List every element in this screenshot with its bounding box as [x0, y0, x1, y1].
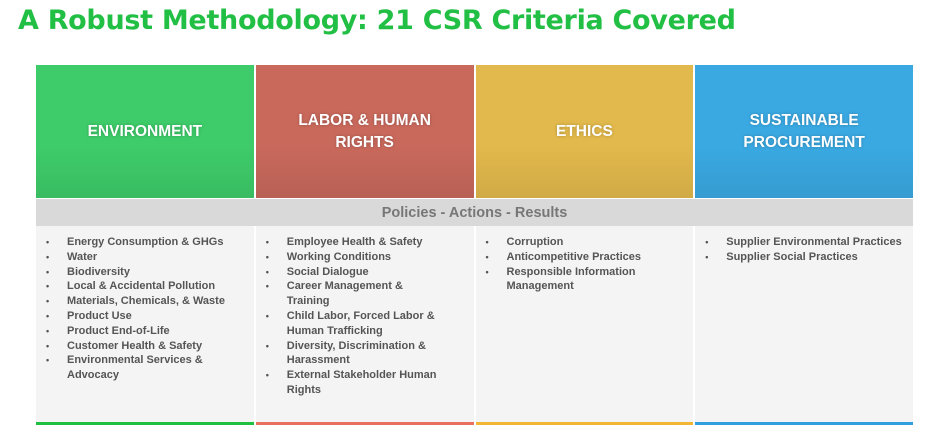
criteria-list-column: CorruptionAnticompetitive PracticesRespo…	[475, 226, 694, 425]
criteria-item: External Stakeholder Human Rights	[264, 368, 442, 398]
criteria-item: Product Use	[44, 309, 250, 324]
criteria-item: Social Dialogue	[264, 265, 442, 280]
criteria-item: Product End-of-Life	[44, 324, 250, 339]
criteria-item: Anticompetitive Practices	[484, 250, 690, 265]
criteria-item: Biodiversity	[44, 265, 250, 280]
criteria-item: Supplier Social Practices	[703, 250, 909, 265]
category-header: LABOR & HUMAN RIGHTS	[255, 65, 474, 198]
criteria-list: Supplier Environmental PracticesSupplier…	[703, 235, 909, 265]
accent-bar	[475, 422, 694, 425]
accent-bar	[255, 422, 474, 425]
category-header: ETHICS	[475, 65, 694, 198]
criteria-item: Environmental Services & Advocacy	[44, 353, 250, 383]
criteria-list-column: Energy Consumption & GHGsWaterBiodiversi…	[36, 226, 254, 425]
criteria-list-column: Employee Health & SafetyWorking Conditio…	[255, 226, 474, 425]
criteria-item: Employee Health & Safety	[264, 235, 442, 250]
category-title: ENVIRONMENT	[87, 122, 203, 140]
policies-band: Policies - Actions - Results	[36, 199, 913, 226]
category-title: LABOR & HUMAN RIGHTS	[298, 111, 431, 151]
slide-title: A Robust Methodology: 21 CSR Criteria Co…	[18, 5, 736, 36]
criteria-item: Child Labor, Forced Labor & Human Traffi…	[264, 309, 442, 339]
criteria-item: Energy Consumption & GHGs	[44, 235, 250, 250]
criteria-grid: ENVIRONMENT LABOR & HUMAN RIGHTS ETHICS SUS…	[36, 65, 913, 425]
criteria-item: Water	[44, 250, 250, 265]
criteria-item: Customer Health & Safety	[44, 339, 250, 354]
criteria-item: Responsible Information Management	[484, 265, 690, 295]
criteria-list: CorruptionAnticompetitive PracticesRespo…	[484, 235, 690, 294]
category-header: ENVIRONMENT	[36, 65, 254, 198]
criteria-item: Materials, Chemicals, & Waste	[44, 294, 250, 309]
accent-bar	[695, 422, 913, 425]
criteria-item: Working Conditions	[264, 250, 442, 265]
criteria-item: Diversity, Discrimination & Harassment	[264, 339, 442, 369]
criteria-item: Corruption	[484, 235, 690, 250]
criteria-item: Career Management & Training	[264, 279, 442, 309]
criteria-list: Employee Health & SafetyWorking Conditio…	[264, 235, 470, 398]
category-title: SUSTAINABLE PROCUREMENT	[743, 111, 865, 151]
accent-bar	[36, 422, 254, 425]
criteria-list: Energy Consumption & GHGsWaterBiodiversi…	[44, 235, 250, 383]
criteria-list-column: Supplier Environmental PracticesSupplier…	[695, 226, 913, 425]
criteria-item: Local & Accidental Pollution	[44, 279, 250, 294]
category-header: SUSTAINABLE PROCUREMENT	[695, 65, 913, 198]
category-title: ETHICS	[555, 122, 613, 140]
criteria-item: Supplier Environmental Practices	[703, 235, 909, 250]
